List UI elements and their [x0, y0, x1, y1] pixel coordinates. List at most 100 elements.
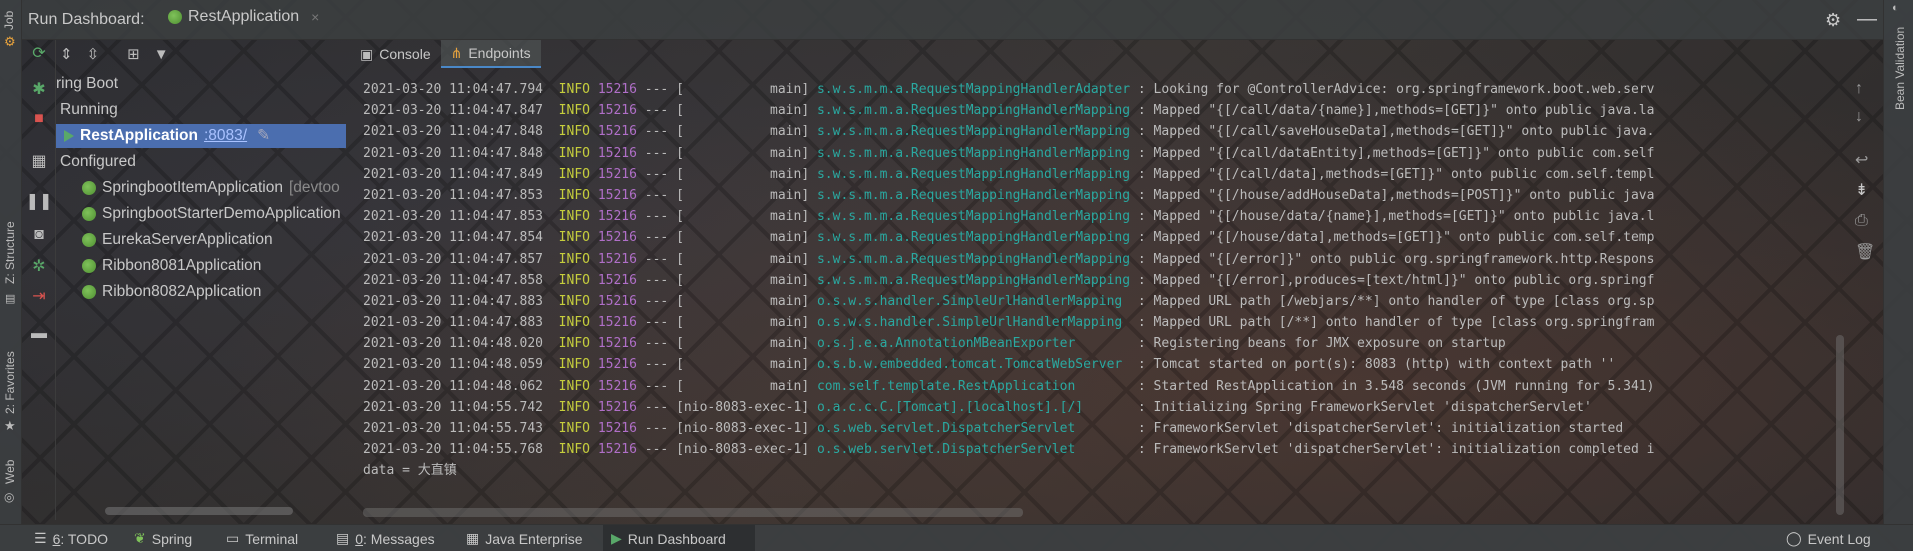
log-sep: --- [ — [636, 124, 684, 140]
terminal-icon: ▭ — [226, 530, 240, 546]
devtools-suffix: [devtoo — [288, 179, 340, 196]
log-thr: main] — [683, 378, 810, 394]
log-pid: 15216 — [597, 145, 637, 161]
list-icon: ☰ — [34, 530, 47, 546]
group-icon[interactable]: ⊞ — [127, 45, 140, 63]
tab-console[interactable]: ▣ Console — [350, 40, 441, 68]
spring-tool-button[interactable]: ❦ Spring — [126, 525, 200, 551]
log-line: 2021-03-20 11:04:55.742 INFO 15216 --- [… — [363, 397, 1654, 418]
log-msg: : Mapped "{[/house/addHouseData],methods… — [1130, 187, 1655, 203]
layout-icon[interactable]: ▦ — [28, 150, 50, 172]
job-label[interactable]: Job — [2, 11, 16, 30]
log-sep: --- [ — [636, 272, 684, 288]
collapse-all-icon[interactable]: ⇳ — [87, 45, 100, 63]
log-pid: 15216 — [597, 378, 637, 394]
gear-icon[interactable]: ⚙ — [1825, 10, 1841, 31]
terminal-tool-button[interactable]: ▭ Terminal — [218, 525, 306, 551]
list-item[interactable]: Ribbon8082Application — [82, 280, 261, 304]
log-pid: 15216 — [597, 251, 637, 267]
close-icon[interactable]: × — [311, 9, 319, 25]
scroll-down-icon[interactable]: ↓ — [1855, 108, 1863, 126]
log-logger: s.w.s.m.m.a.RequestMappingHandlerMapping — [816, 103, 1131, 119]
log-line: 2021-03-20 11:04:47.853 INFO 15216 --- [… — [363, 206, 1654, 227]
log-pid: 15216 — [597, 357, 637, 373]
log-pid: 15216 — [597, 82, 637, 97]
scroll-to-end-icon[interactable]: ⇟ — [1855, 180, 1868, 200]
log-sep: --- [ — [636, 103, 684, 119]
log-lvl: INFO — [558, 336, 590, 352]
camera-icon[interactable]: ◙ — [28, 224, 50, 246]
todo-tool-button[interactable]: ☰ 6: TODO — [26, 525, 116, 551]
port-link[interactable]: :8083/ — [204, 124, 247, 148]
log-lvl: INFO — [558, 124, 590, 140]
minimize-icon[interactable]: — — [1857, 8, 1877, 31]
java-enterprise-tool-button[interactable]: ▦ Java Enterprise — [458, 525, 591, 551]
rerun-icon[interactable]: ⟳ — [28, 42, 50, 64]
print-icon[interactable]: ⎙ — [1855, 212, 1868, 230]
tree-scrollbar[interactable] — [105, 507, 293, 515]
log-msg: : Mapped "{[/error]}" onto public org.sp… — [1130, 251, 1655, 267]
trash-icon[interactable]: 🗑 — [1855, 242, 1875, 262]
console-output[interactable]: 2021-03-20 11:04:47.794 INFO 15216 --- [… — [350, 68, 1850, 524]
panels-icon[interactable]: ▬ — [28, 323, 50, 345]
expand-all-icon[interactable]: ⇕ — [60, 45, 73, 63]
log-thr: main] — [683, 230, 810, 246]
spring-icon: ❦ — [134, 530, 146, 546]
log-line: 2021-03-20 11:04:47.849 INFO 15216 --- [… — [363, 164, 1654, 185]
log-lvl: INFO — [558, 421, 590, 436]
exit-icon[interactable]: ⇥ — [28, 285, 50, 307]
run-dashboard-tool-button[interactable]: ▶ Run Dashboard — [603, 525, 755, 551]
bean-validation-tool-button[interactable]: Bean Validation — [1893, 27, 1907, 110]
spring-boot-node[interactable]: ring Boot — [56, 72, 118, 96]
debug-icon[interactable]: ✱ — [28, 78, 50, 100]
console-horizontal-scrollbar[interactable] — [363, 508, 1023, 517]
log-msg: : Mapped "{[/call/saveHouseData],methods… — [1130, 124, 1655, 140]
scroll-up-icon[interactable]: ↑ — [1855, 80, 1863, 98]
log-logger: s.w.s.m.m.a.RequestMappingHandlerMapping — [816, 145, 1131, 161]
log-pid: 15216 — [597, 442, 637, 458]
edit-icon[interactable]: ✎ — [257, 124, 270, 148]
app-tab[interactable]: RestApplication × — [168, 8, 319, 26]
log-sep: --- [ — [636, 336, 684, 352]
log-thr: main] — [683, 251, 810, 267]
structure-tool-button[interactable]: Z: Structure — [3, 221, 17, 284]
pause-icon[interactable]: ❚❚ — [26, 190, 53, 212]
configured-node[interactable]: Configured — [60, 150, 136, 174]
filter-icon[interactable]: ▼ — [154, 46, 169, 63]
favorites-tool-button[interactable]: 2: Favorites — [3, 351, 17, 414]
services-toolbar: ⇕ ⇳ ⊞ ▼ — [60, 42, 169, 66]
log-pid: 15216 — [597, 230, 637, 246]
log-thr: main] — [683, 82, 810, 97]
log-line: 2021-03-20 11:04:47.858 INFO 15216 --- [… — [363, 270, 1654, 291]
settings-bug-icon[interactable]: ✲ — [28, 255, 50, 277]
list-item[interactable]: Ribbon8081Application — [82, 254, 261, 278]
log-lvl: INFO — [558, 272, 590, 288]
log-line: 2021-03-20 11:04:47.848 INFO 15216 --- [… — [363, 143, 1654, 164]
tab-endpoints-label: Endpoints — [468, 45, 531, 61]
tab-endpoints[interactable]: ⋔ Endpoints — [440, 40, 541, 68]
list-item[interactable]: SpringbootStarterDemoApplication — [82, 202, 341, 226]
log-lvl: INFO — [558, 166, 590, 182]
web-tool-button[interactable]: Web — [3, 460, 17, 484]
right-tool-strip: ◐ Bean Validation — [1883, 0, 1913, 524]
running-node[interactable]: Running — [60, 98, 118, 122]
log-thr: main] — [683, 124, 810, 140]
list-item[interactable]: SpringbootItemApplication [devtoo — [82, 176, 340, 200]
messages-tool-button[interactable]: ▤ 0: Messages — [328, 525, 443, 551]
log-thr: main] — [683, 187, 810, 203]
log-ts: 2021-03-20 11:04:47.883 — [363, 315, 544, 331]
list-item-label: EurekaServerApplication — [102, 231, 273, 248]
log-logger: s.w.s.m.m.a.RequestMappingHandlerMapping — [816, 209, 1131, 225]
log-logger: o.s.w.s.handler.SimpleUrlHandlerMapping — [816, 315, 1131, 331]
stop-icon[interactable]: ■ — [28, 108, 50, 130]
running-icon — [64, 130, 74, 142]
log-ts: 2021-03-20 11:04:47.853 — [363, 209, 544, 225]
list-item-label: Ribbon8081Application — [102, 257, 262, 274]
log-line: 2021-03-20 11:04:47.857 INFO 15216 --- [… — [363, 249, 1654, 270]
list-item[interactable]: EurekaServerApplication — [82, 228, 273, 252]
console-vertical-scrollbar[interactable] — [1836, 335, 1844, 515]
event-log-tool-button[interactable]: ◯ Event Log — [1778, 525, 1879, 551]
log-thr: main] — [683, 293, 810, 309]
soft-wrap-icon[interactable]: ↩ — [1855, 150, 1868, 170]
rest-application-node[interactable]: RestApplication :8083/ ✎ — [56, 124, 346, 148]
